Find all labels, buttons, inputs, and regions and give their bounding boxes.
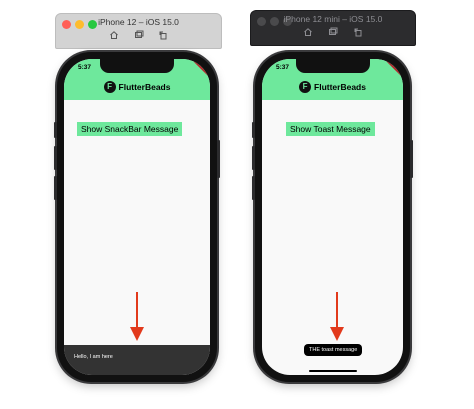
home-icon[interactable] — [303, 27, 313, 37]
arrow-indicator-icon — [330, 292, 344, 341]
toast: THE toast message — [304, 344, 363, 356]
notch — [295, 59, 370, 73]
right-toolbar-icons — [251, 27, 415, 38]
right-iphone-frame: 5:37 F FlutterBeads Show Toast Message TH… — [252, 52, 413, 382]
rotate-icon[interactable] — [353, 27, 363, 37]
volume-down-button — [252, 176, 255, 200]
home-indicator — [308, 370, 357, 372]
right-simulator-titlebar[interactable]: iPhone 12 mini – iOS 15.0 — [250, 10, 416, 46]
status-time: 5:37 — [276, 64, 290, 71]
debug-banner — [383, 59, 403, 79]
app-title-text: FlutterBeads — [314, 82, 366, 92]
volume-up-button — [252, 146, 255, 170]
right-phone-screen: 5:37 F FlutterBeads Show Toast Message TH… — [262, 59, 403, 375]
app-title: F FlutterBeads — [262, 81, 403, 93]
right-window-title: iPhone 12 mini – iOS 15.0 — [283, 14, 383, 24]
flutterbeads-logo-icon: F — [299, 81, 312, 93]
right-simulator-window: iPhone 12 mini – iOS 15.0 5:37 F FlutterB… — [0, 0, 474, 409]
show-toast-button[interactable]: Show Toast Message — [286, 122, 375, 136]
screenshot-icon[interactable] — [328, 27, 338, 37]
side-button — [252, 122, 255, 138]
power-button — [410, 140, 413, 178]
